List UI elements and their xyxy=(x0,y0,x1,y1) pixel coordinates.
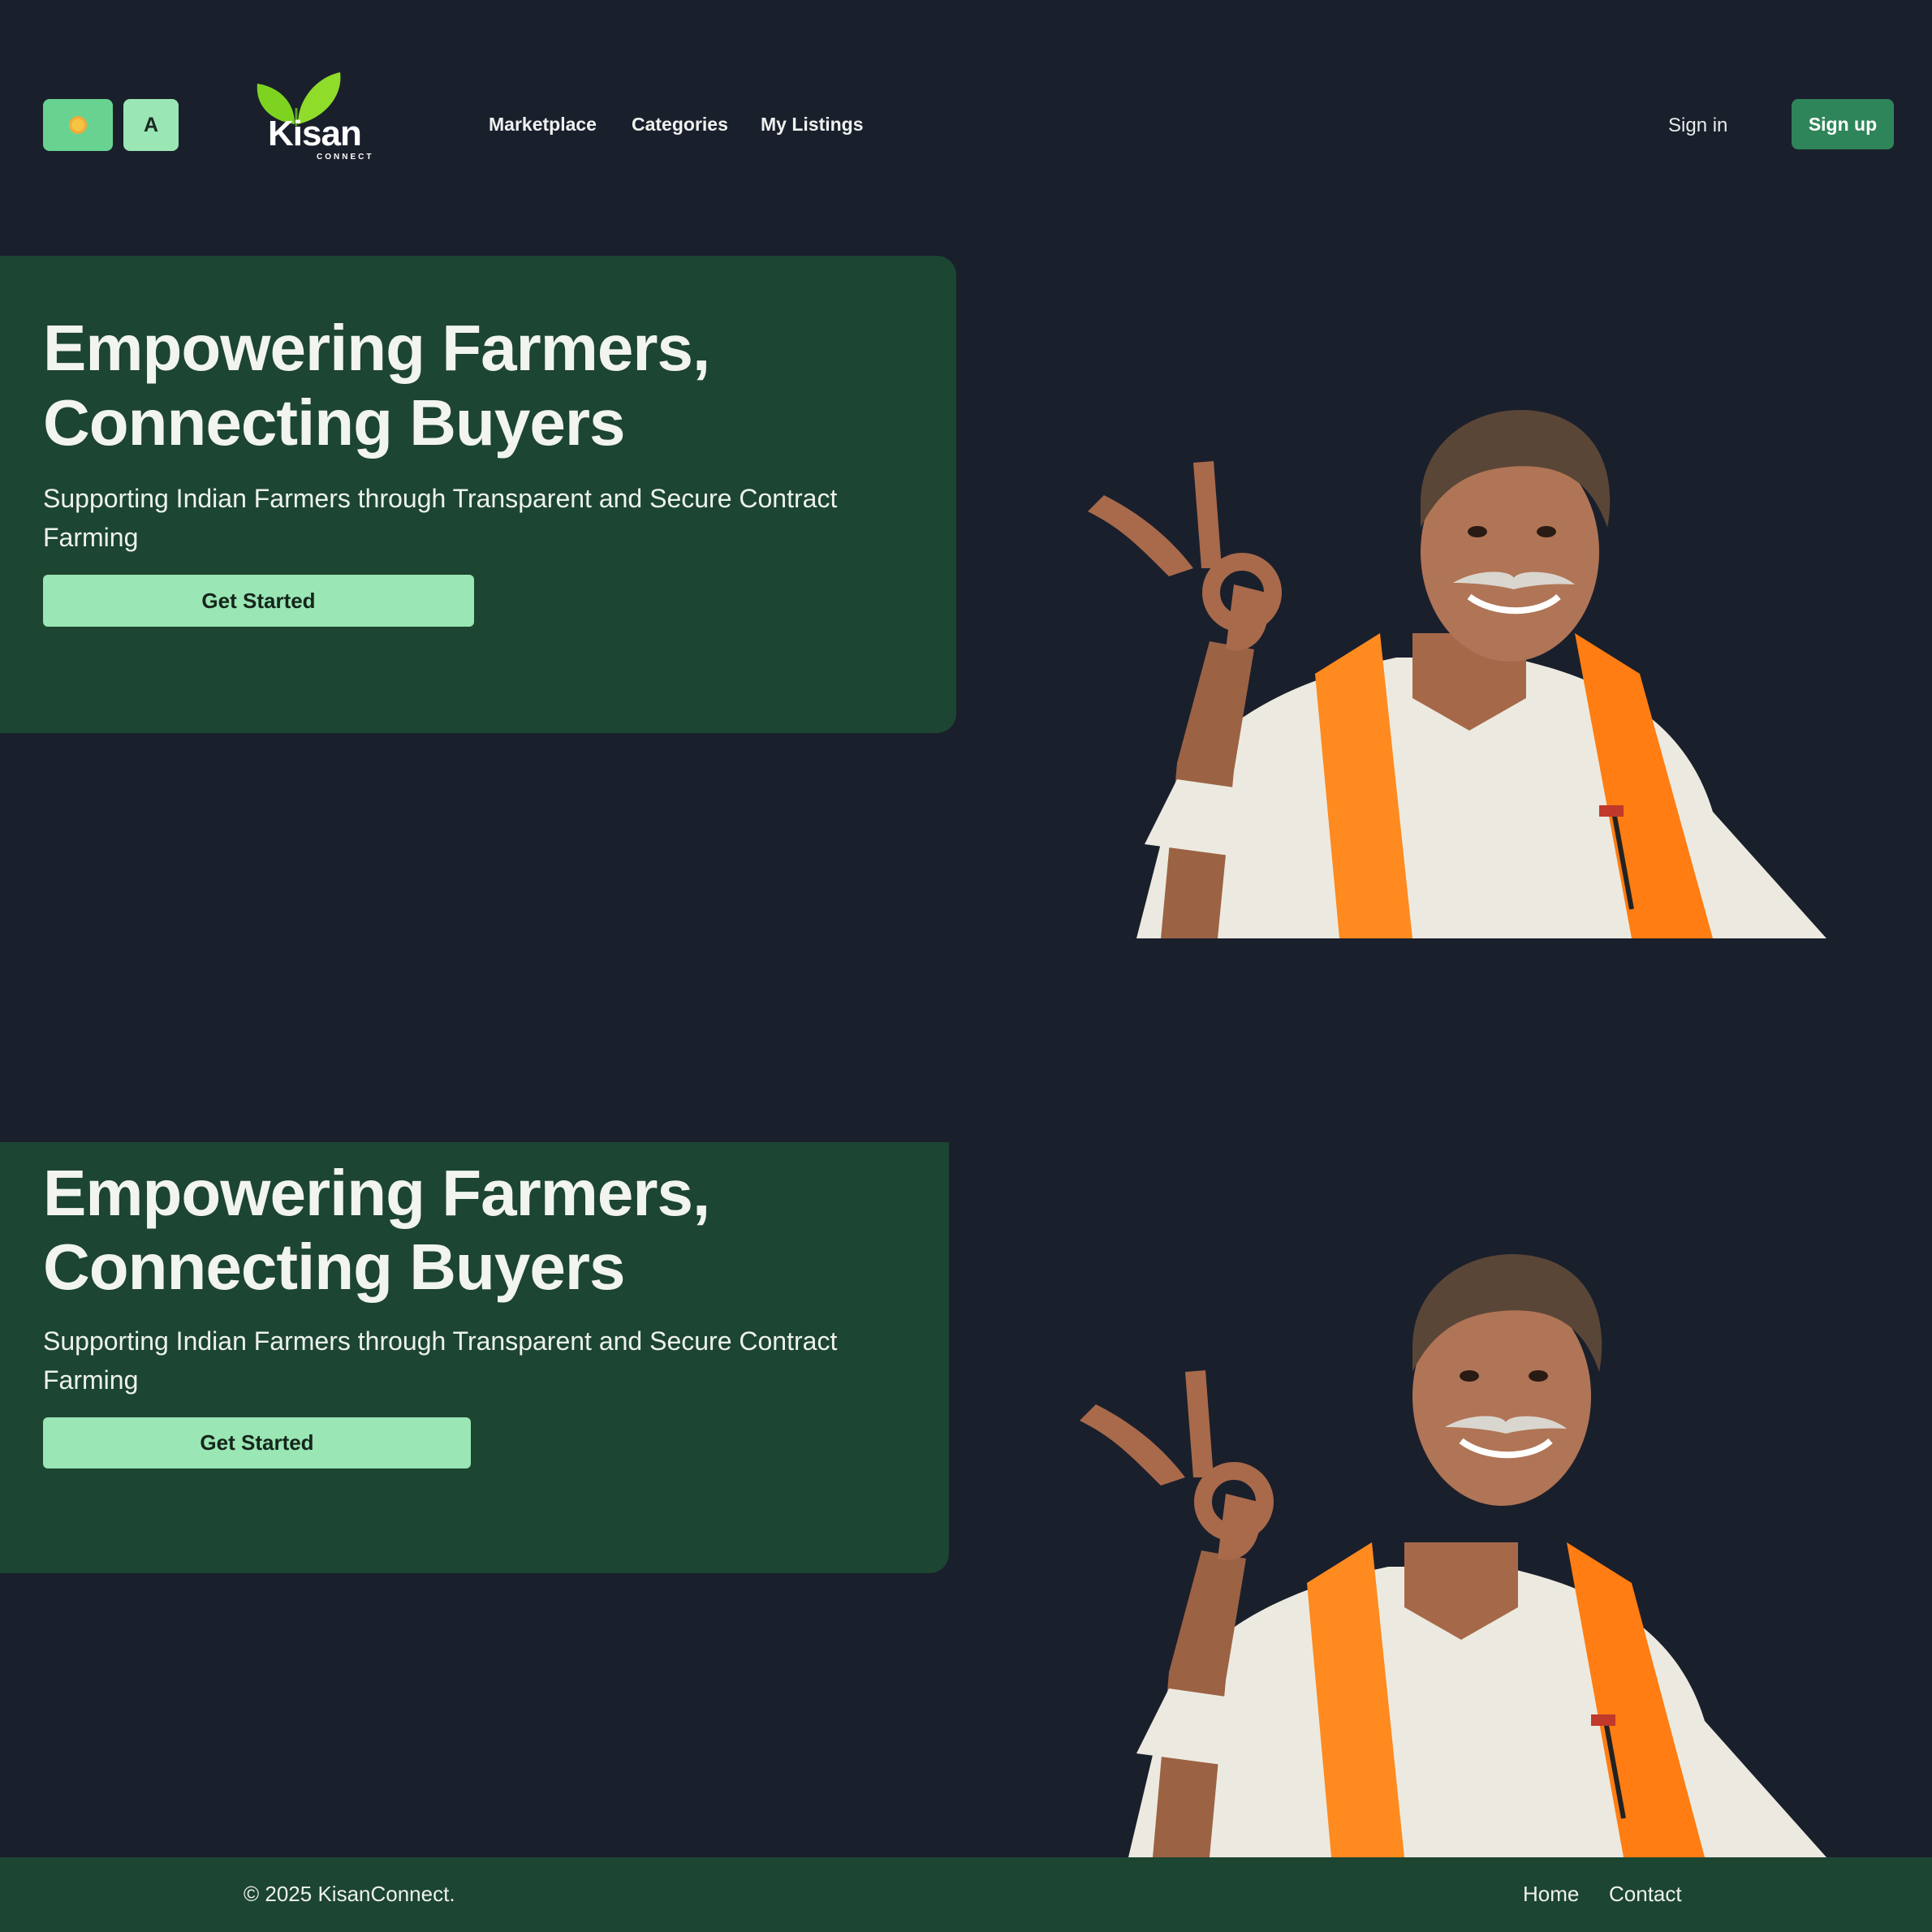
hero-title-line1: Empowering Farmers, xyxy=(43,312,710,384)
nav-my-listings[interactable]: My Listings xyxy=(761,114,864,136)
theme-toggle-button[interactable] xyxy=(43,99,113,151)
hero-subtitle-line2: Farming xyxy=(43,523,139,552)
get-started-label: Get Started xyxy=(201,588,316,613)
hero-title-line1-repeat: Empowering Farmers, xyxy=(43,1157,710,1229)
nav-marketplace[interactable]: Marketplace xyxy=(489,114,597,136)
logo-wordmark: Kisan xyxy=(268,114,362,153)
hero-title-line2: Connecting Buyers xyxy=(43,386,625,459)
footer-link-contact[interactable]: Contact xyxy=(1609,1882,1682,1907)
logo-subtext: CONNECT xyxy=(317,153,374,162)
get-started-button[interactable]: Get Started xyxy=(43,575,474,627)
footer-link-home[interactable]: Home xyxy=(1523,1882,1579,1907)
hero-subtitle-line2-repeat: Farming xyxy=(43,1365,139,1395)
language-button[interactable]: A xyxy=(123,99,179,151)
get-started-button-repeat[interactable]: Get Started xyxy=(43,1417,471,1468)
sun-icon xyxy=(69,116,87,134)
get-started-label-repeat: Get Started xyxy=(200,1430,314,1455)
sign-in-link[interactable]: Sign in xyxy=(1668,114,1727,137)
nav-categories[interactable]: Categories xyxy=(632,114,728,136)
farmer-image-repeat xyxy=(1080,1253,1826,1857)
farmer-image xyxy=(1088,409,1826,938)
language-label: A xyxy=(143,113,159,136)
hero-title-line2-repeat: Connecting Buyers xyxy=(43,1231,625,1303)
sign-up-button[interactable]: Sign up xyxy=(1792,99,1894,149)
hero-subtitle-line1-repeat: Supporting Indian Farmers through Transp… xyxy=(43,1326,838,1356)
footer-copyright: © 2025 KisanConnect. xyxy=(244,1882,455,1906)
hero-subtitle-line1: Supporting Indian Farmers through Transp… xyxy=(43,484,838,513)
sign-up-label: Sign up xyxy=(1808,113,1878,135)
